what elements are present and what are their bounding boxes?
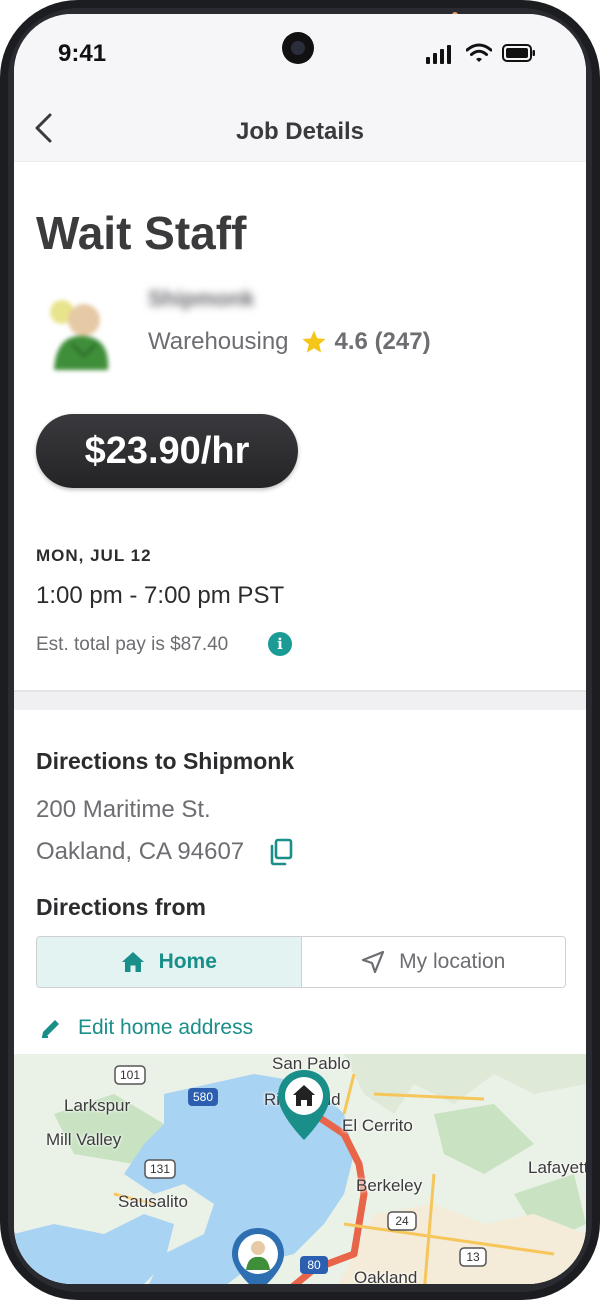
- section-divider: [14, 690, 586, 710]
- map-shield-13: 13: [466, 1250, 480, 1264]
- navigation-arrow-icon: [362, 950, 385, 974]
- cell-signal-icon: [426, 45, 451, 64]
- route-map[interactable]: 101 131 580 24 13 80 San Pablo Larkspur …: [14, 1054, 586, 1284]
- shift-hours: 1:00 pm - 7:00 pm PST: [36, 582, 285, 609]
- pencil-icon: [42, 1020, 59, 1038]
- map-label-berkeley: Berkeley: [356, 1176, 423, 1195]
- job-summary-card: Wait Staff Shipmonk Warehousing 4.6 (247…: [14, 162, 586, 690]
- directions-section: Directions to Shipmonk 200 Maritime St. …: [14, 710, 586, 1070]
- phone-frame: 9:41 Job Details Wait Staff Shipmonk War…: [0, 0, 600, 1300]
- directions-from-toggle: Home My location: [36, 936, 566, 988]
- directions-from-title: Directions from: [36, 894, 206, 920]
- map-label-larkspur: Larkspur: [64, 1096, 131, 1115]
- page-title: Job Details: [235, 118, 365, 145]
- job-location-marker-icon[interactable]: [230, 1226, 286, 1284]
- status-bar: 9:41: [14, 14, 586, 90]
- status-time: 9:41: [58, 40, 107, 67]
- company-meta-row: Warehousing 4.6 (247): [148, 328, 431, 356]
- map-label-oakland: Oakland: [354, 1268, 418, 1284]
- my-location-option-label: My location: [399, 950, 506, 973]
- home-icon: [121, 952, 144, 972]
- copy-icon[interactable]: [268, 838, 294, 866]
- map-shield-80: 80: [307, 1258, 321, 1272]
- company-rating: 4.6 (247): [334, 328, 431, 355]
- pay-rate-badge: $23.90/hr: [36, 414, 298, 488]
- company-name: Shipmonk: [148, 286, 255, 311]
- map-label-el-cerrito: El Cerrito: [342, 1116, 413, 1135]
- company-logo: [50, 300, 109, 370]
- battery-icon: [502, 44, 535, 62]
- address-line-2: Oakland, CA 94607: [36, 838, 245, 865]
- wifi-icon: [466, 43, 492, 62]
- home-option-button[interactable]: Home: [37, 937, 302, 987]
- job-category: Warehousing: [148, 328, 289, 355]
- info-icon[interactable]: i: [268, 632, 292, 656]
- address-line-1: 200 Maritime St.: [36, 796, 211, 823]
- home-marker-icon[interactable]: [276, 1068, 332, 1142]
- map-shield-24: 24: [395, 1214, 409, 1228]
- screen: 9:41 Job Details Wait Staff Shipmonk War…: [14, 14, 586, 1284]
- home-option-label: Home: [158, 950, 217, 973]
- map-shield-131: 131: [150, 1162, 170, 1176]
- estimated-total-pay: Est. total pay is $87.40: [36, 634, 229, 655]
- map-shield-580: 580: [193, 1090, 213, 1104]
- map-label-lafayette: Lafayette: [528, 1158, 586, 1177]
- map-label-mill-valley: Mill Valley: [46, 1130, 122, 1149]
- map-label-sausalito: Sausalito: [118, 1192, 188, 1211]
- directions-title: Directions to Shipmonk: [36, 748, 295, 774]
- map-shield-101: 101: [120, 1068, 140, 1082]
- shift-date: MON, JUL 12: [36, 546, 152, 565]
- top-nav-bar: Job Details: [14, 90, 586, 162]
- edit-home-address-link[interactable]: Edit home address: [40, 1016, 253, 1040]
- star-icon: [301, 330, 326, 353]
- my-location-option-button[interactable]: My location: [301, 937, 565, 987]
- camera-cutout: [282, 32, 314, 64]
- job-title: Wait Staff: [36, 207, 247, 259]
- edit-home-address-label: Edit home address: [78, 1016, 254, 1039]
